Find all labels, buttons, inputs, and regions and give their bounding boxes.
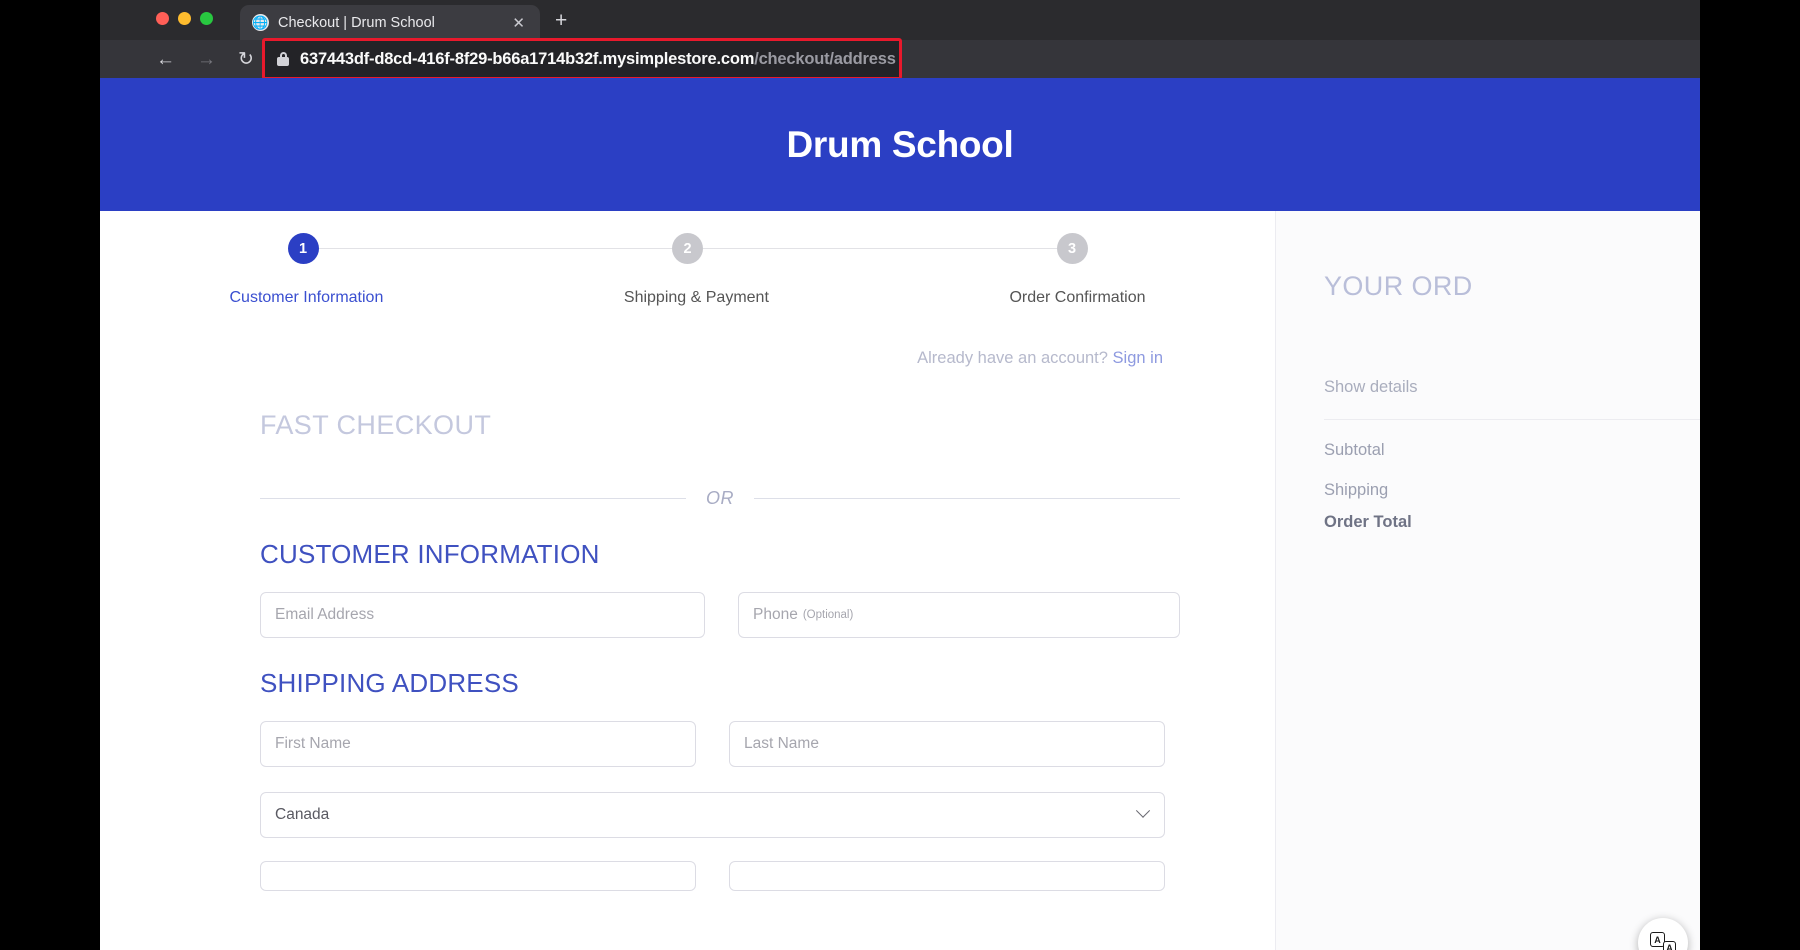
stepper-nodes: 1 2 3 [288, 233, 1088, 264]
first-name-placeholder: First Name [275, 735, 351, 753]
first-name-field[interactable]: First Name [260, 721, 696, 767]
url-path: /checkout/address [754, 50, 896, 68]
customer-information-heading: CUSTOMER INFORMATION [260, 539, 1275, 570]
maximize-window-button[interactable] [200, 12, 213, 25]
fast-checkout-heading: FAST CHECKOUT [260, 410, 1275, 441]
step-1-label: Customer Information [230, 289, 384, 307]
phone-placeholder: Phone [753, 606, 798, 624]
last-name-placeholder: Last Name [744, 735, 819, 753]
address-bar[interactable]: 637443df-d8cd-416f-8f29-b66a1714b32f.mys… [262, 38, 902, 80]
reload-icon[interactable]: ↻ [238, 50, 254, 69]
stepper-connector-2 [703, 248, 1057, 250]
order-summary-title: YOUR ORD [1324, 271, 1700, 302]
account-prompt-text: Already have an account? [917, 349, 1108, 367]
url-text: 637443df-d8cd-416f-8f29-b66a1714b32f.mys… [300, 50, 896, 69]
address-line-1-field[interactable] [260, 861, 696, 891]
shipping-name-fields: First Name Last Name [260, 721, 1180, 767]
chevron-down-icon [1136, 804, 1150, 818]
screen: 🌐 Checkout | Drum School ✕ + ← → ↻ 63744… [0, 0, 1800, 950]
or-line-left [260, 498, 686, 499]
arrow-left-icon[interactable]: ← [156, 50, 175, 69]
tab-title: Checkout | Drum School [278, 15, 500, 31]
plus-icon[interactable]: + [555, 10, 567, 31]
browser-window: 🌐 Checkout | Drum School ✕ + ← → ↻ 63744… [100, 0, 1700, 950]
browser-tab[interactable]: 🌐 Checkout | Drum School ✕ [240, 5, 540, 40]
url-host: 637443df-d8cd-416f-8f29-b66a1714b32f.mys… [300, 50, 754, 68]
step-2-label: Shipping & Payment [624, 289, 769, 307]
account-prompt-row: Already have an account? Sign in [100, 349, 1275, 368]
last-name-field[interactable]: Last Name [729, 721, 1165, 767]
store-name: Drum School [787, 124, 1014, 166]
stepper-connector-1 [319, 248, 673, 250]
phone-optional-label: (Optional) [803, 609, 854, 621]
globe-icon: 🌐 [252, 14, 269, 31]
order-summary-divider [1324, 419, 1700, 420]
subtotal-row: Subtotal [1324, 441, 1700, 460]
customer-information-fields: Email Address Phone (Optional) [260, 592, 1180, 638]
content-row: 1 2 3 Customer [100, 211, 1700, 950]
checkout-form: FAST CHECKOUT OR CUSTOMER INFORMATION Em… [100, 410, 1275, 891]
sign-in-link[interactable]: Sign in [1113, 349, 1163, 367]
close-icon[interactable]: ✕ [509, 14, 528, 32]
browser-toolbar: ← → ↻ 637443df-d8cd-416f-8f29-b66a1714b3… [100, 40, 1700, 78]
shipping-address-lines [260, 861, 1180, 891]
order-total-row: Order Total [1324, 513, 1700, 532]
translate-glyph-b: A [1663, 941, 1676, 950]
tab-strip: 🌐 Checkout | Drum School ✕ + [100, 0, 1700, 40]
or-line-right [754, 498, 1180, 499]
minimize-window-button[interactable] [178, 12, 191, 25]
step-2-circle: 2 [672, 233, 703, 264]
email-field[interactable]: Email Address [260, 592, 705, 638]
email-placeholder: Email Address [275, 606, 374, 624]
translate-icon: A A [1650, 932, 1676, 950]
lock-icon [277, 52, 289, 66]
arrow-right-icon[interactable]: → [197, 50, 216, 69]
checkout-main-column: 1 2 3 Customer [100, 211, 1275, 950]
country-value: Canada [275, 806, 329, 824]
country-select[interactable]: Canada [260, 792, 1165, 838]
shipping-address-heading: SHIPPING ADDRESS [260, 668, 1275, 699]
phone-field[interactable]: Phone (Optional) [738, 592, 1180, 638]
close-window-button[interactable] [156, 12, 169, 25]
stepper-step-1[interactable]: 1 [288, 233, 319, 264]
store-header: Drum School [100, 78, 1700, 211]
show-details-link[interactable]: Show details [1324, 378, 1700, 397]
stepper-labels: Customer Information Shipping & Payment … [230, 289, 1146, 307]
checkout-stepper: 1 2 3 [288, 233, 1088, 273]
window-controls [156, 12, 213, 25]
order-summary-panel: YOUR ORD Show details Subtotal Shipping … [1275, 211, 1700, 950]
or-divider: OR [260, 488, 1180, 509]
step-1-circle: 1 [288, 233, 319, 264]
shipping-row: Shipping [1324, 481, 1700, 500]
or-label: OR [706, 488, 734, 509]
step-3-circle: 3 [1057, 233, 1088, 264]
stepper-step-3[interactable]: 3 [1057, 233, 1088, 264]
page-viewport: Drum School 1 2 [100, 78, 1700, 950]
step-3-label: Order Confirmation [1009, 289, 1145, 307]
stepper-step-2[interactable]: 2 [672, 233, 703, 264]
address-line-2-field[interactable] [729, 861, 1165, 891]
